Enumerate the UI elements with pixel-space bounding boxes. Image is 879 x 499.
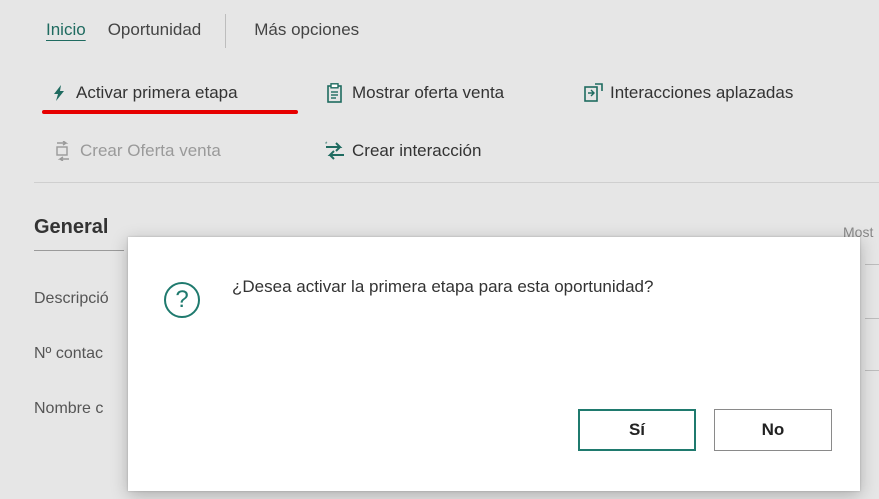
tab-oportunidad[interactable]: Oportunidad: [108, 14, 202, 40]
question-icon: ?: [164, 282, 200, 318]
show-sales-quote-label: Mostrar oferta venta: [352, 83, 505, 102]
postponed-interactions-button[interactable]: Interacciones aplazadas: [582, 82, 793, 104]
dialog-message: ¿Desea activar la primera etapa para est…: [232, 277, 654, 296]
section-title[interactable]: General: [34, 216, 108, 239]
convert-arrows-icon: [52, 140, 74, 162]
field-divider: [865, 264, 879, 265]
yes-button[interactable]: Sí: [578, 409, 696, 451]
create-sales-quote-button[interactable]: Crear Oferta venta: [52, 140, 221, 162]
show-sales-quote-button[interactable]: Mostrar oferta venta: [324, 82, 504, 104]
field-divider: [865, 318, 879, 319]
tab-separator: [225, 14, 227, 48]
tab-mas-opciones[interactable]: Más opciones: [254, 14, 359, 40]
create-interaction-button[interactable]: * Crear interacción: [324, 140, 481, 162]
confirm-dialog: ? ¿Desea activar la primera etapa para e…: [128, 237, 860, 491]
postponed-interactions-label: Interacciones aplazadas: [610, 83, 794, 102]
document-icon: [324, 82, 346, 104]
lightning-icon: [48, 82, 70, 104]
activate-first-stage-button[interactable]: Activar primera etapa: [48, 82, 238, 104]
tab-inicio[interactable]: Inicio: [46, 14, 86, 40]
red-highlight-underline: [42, 110, 298, 114]
activate-first-stage-label: Activar primera etapa: [76, 83, 238, 102]
no-button[interactable]: No: [714, 409, 832, 451]
field-label-nombre: Nombre c: [34, 400, 104, 417]
action-tabs: Inicio Oportunidad Más opciones: [46, 14, 381, 54]
postponed-document-icon: [582, 82, 604, 104]
create-interaction-label: Crear interacción: [352, 141, 482, 160]
create-interaction-icon: *: [324, 140, 346, 162]
field-label-descripcion: Descripció: [34, 290, 109, 307]
create-sales-quote-label: Crear Oferta venta: [80, 141, 221, 160]
actions-divider: [34, 182, 879, 183]
field-divider: [865, 370, 879, 371]
section-title-underline: [34, 250, 124, 251]
field-label-contacto: Nº contac: [34, 345, 103, 362]
